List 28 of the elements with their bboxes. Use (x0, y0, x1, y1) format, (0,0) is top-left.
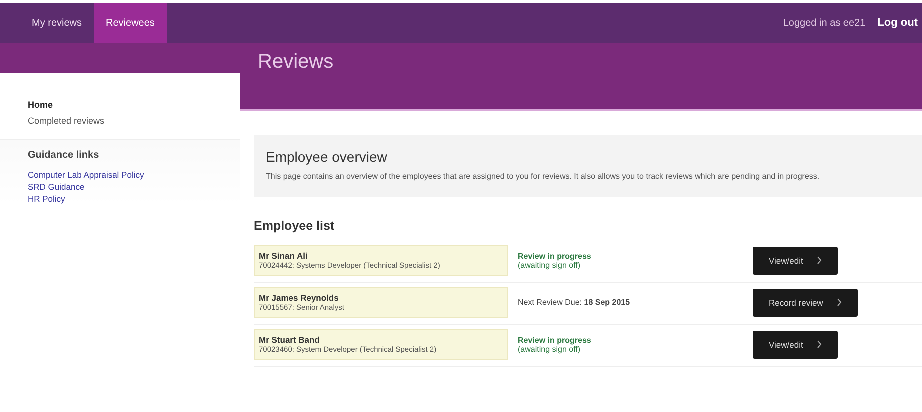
nav-tab[interactable]: Reviewees (94, 3, 167, 43)
employee-name: Mr James Reynolds (259, 293, 340, 303)
sidebar-item[interactable]: Home (0, 97, 240, 113)
status-note: (awaiting sign off) (518, 344, 581, 354)
nav-tab[interactable]: My reviews (20, 3, 94, 43)
status-note: (awaiting sign off) (518, 260, 581, 270)
sidebar-item[interactable]: Completed reviews (0, 113, 240, 129)
guidance-link[interactable]: Computer Lab Appraisal Policy (28, 169, 212, 181)
action-button[interactable]: View/edit (753, 246, 838, 274)
guidance-link[interactable]: SRD Guidance (28, 181, 212, 193)
overview-title: Employee overview (266, 149, 388, 165)
overview-text: This page contains an overview of the employees that are assigned to you for reviews. It also allows you to track reviews which are pending and in progress. (266, 171, 821, 183)
logged-in-text: Logged in as ee21 (783, 18, 866, 28)
logout-link[interactable]: Log out (878, 17, 918, 29)
status-text: Review in progress (518, 336, 592, 344)
chevron-icon (837, 298, 842, 306)
section-heading: Guidance links (28, 150, 100, 161)
list-title: Employee list (254, 219, 336, 233)
employee-name: Mr Stuart Band (259, 335, 321, 345)
action-button[interactable]: View/edit (753, 330, 838, 358)
chevron-icon (817, 340, 822, 348)
chevron-icon (817, 256, 822, 264)
status-text: Review in progress (518, 252, 592, 260)
employee-name: Mr Sinan Ali (259, 251, 309, 261)
due-date-text: Next Review Due: 18 Sep 2015 (518, 298, 630, 307)
action-button[interactable]: Record review (753, 288, 858, 316)
page-title: Reviews (258, 51, 335, 74)
guidance-link[interactable]: HR Policy (28, 193, 212, 205)
